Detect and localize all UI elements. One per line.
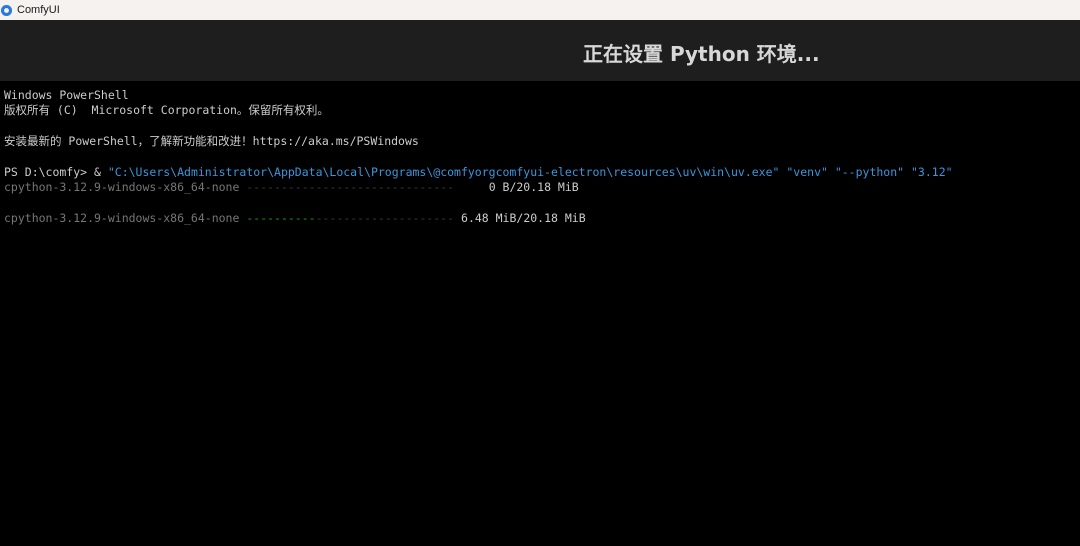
setup-status-title: 正在设置 Python 环境... (583, 42, 820, 66)
terminal-line-banner: Windows PowerShell (4, 88, 129, 102)
terminal-command-args: "C:\Users\Administrator\AppData\Local\Pr… (107, 165, 953, 179)
download-package-name: cpython-3.12.9-windows-x86_64-none (4, 211, 240, 225)
title-bar[interactable]: ComfyUI (0, 0, 1080, 20)
progress-bar-track: ------------------------------ (246, 180, 455, 194)
progress-bar-fill: ---------- (246, 211, 316, 225)
download-progress-bar: ------------------------------ (246, 211, 454, 225)
terminal-line-update-notice: 安装最新的 PowerShell，了解新功能和改进！https://aka.ms… (4, 134, 419, 148)
progress-bar-track: -------------------- (315, 211, 455, 225)
setup-header: 正在设置 Python 环境... (0, 20, 1080, 81)
terminal-prompt: PS D:\comfy> & (4, 165, 108, 179)
download-package-name: cpython-3.12.9-windows-x86_64-none (4, 180, 240, 194)
download-size: 6.48 MiB/20.18 MiB (461, 211, 586, 225)
download-size: 0 B/20.18 MiB (461, 180, 579, 194)
terminal-line-copyright: 版权所有 (C) Microsoft Corporation。保留所有权利。 (4, 103, 329, 117)
terminal-output[interactable]: Windows PowerShell 版权所有 (C) Microsoft Co… (0, 81, 1080, 546)
terminal-line-command: PS D:\comfy> & "C:\Users\Administrator\A… (4, 165, 953, 180)
comfyui-window: ComfyUI 正在设置 Python 环境... Windows PowerS… (0, 0, 1080, 546)
download-progress-line: cpython-3.12.9-windows-x86_64-none -----… (4, 211, 586, 226)
download-progress-line: cpython-3.12.9-windows-x86_64-none -----… (4, 180, 579, 195)
comfyui-logo-icon (1, 4, 12, 16)
window-title: ComfyUI (17, 4, 60, 16)
download-progress-bar: ------------------------------ (246, 180, 454, 194)
